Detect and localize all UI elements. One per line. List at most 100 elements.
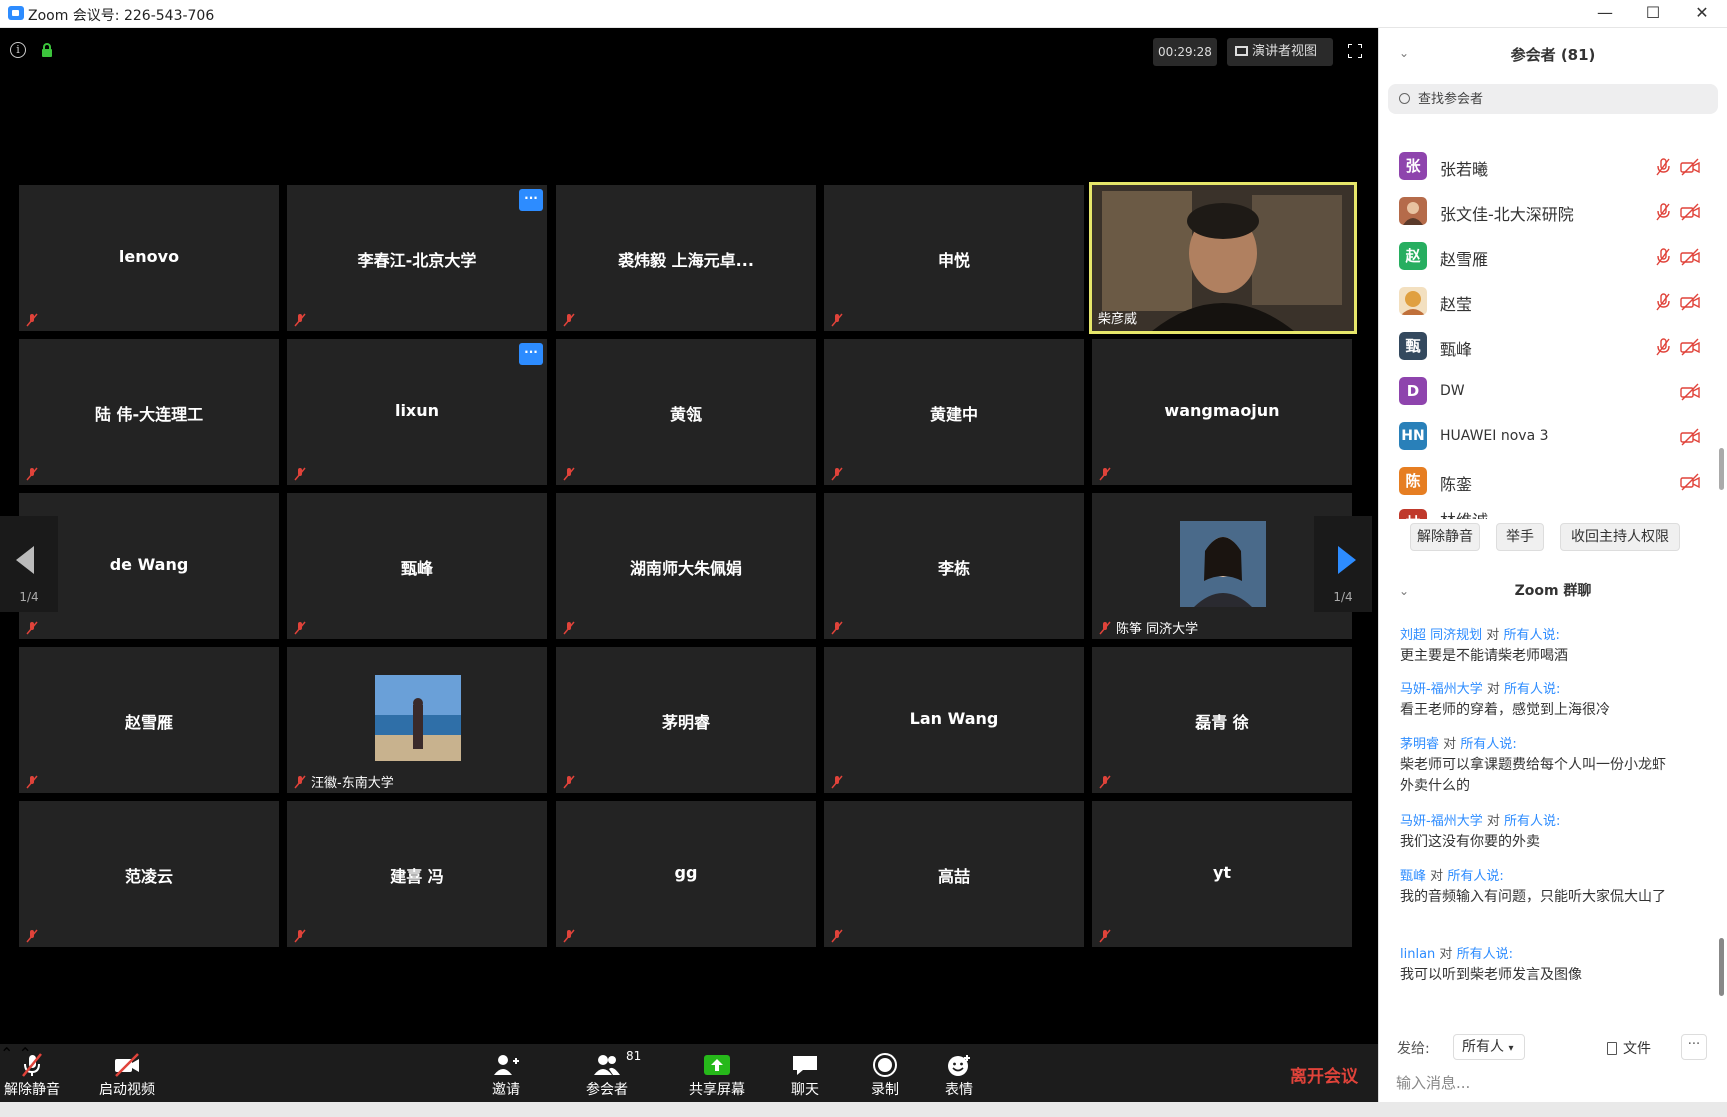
chat-button[interactable]: 聊天 [788,1044,822,1102]
video-tile[interactable]: 范凌云 [19,801,279,947]
meeting-toolbar: 解除静音 ⌃ 启动视频 ⌃ 邀请 参会者 81 共享屏幕 聊天 录制 表情 离开… [0,1044,1378,1102]
lock-icon[interactable] [40,43,54,57]
chat-sender[interactable]: 甄峰 [1400,869,1426,884]
muted-mic-icon [831,467,843,481]
participant-row[interactable]: 林 林维诚 [1379,505,1714,519]
participant-row[interactable]: D DW [1379,370,1714,415]
participant-row[interactable]: 张文佳-北大深研院 [1379,190,1714,235]
video-tile[interactable]: 湖南师大朱佩娟 [556,493,816,639]
video-off-icon[interactable] [1680,248,1700,266]
chat-recipient[interactable]: 所有人说: [1447,869,1503,884]
video-tile[interactable]: 茅明睿 [556,647,816,793]
video-tile[interactable]: gg [556,801,816,947]
invite-button[interactable]: 邀请 [480,1044,532,1102]
participant-row[interactable]: HN HUAWEI nova 3 [1379,415,1714,460]
chat-recipient[interactable]: 所有人说: [1503,628,1559,643]
video-tile[interactable]: 赵雪雁 [19,647,279,793]
video-off-icon[interactable] [1680,293,1700,311]
chat-recipient[interactable]: 所有人说: [1460,737,1516,752]
chat-sender[interactable]: 马妍-福州大学 [1400,682,1483,697]
chat-sender[interactable]: 茅明睿 [1400,737,1439,752]
avatar: 林 [1399,509,1427,519]
tile-name: 申悦 [937,251,970,270]
participants-button[interactable]: 参会者 81 [578,1044,641,1102]
unmute-button[interactable]: 解除静音 [0,1044,64,1102]
reactions-button[interactable]: 表情 [942,1044,976,1102]
video-off-icon[interactable] [1680,473,1700,491]
video-off-icon[interactable] [1680,428,1700,446]
participant-row[interactable]: 甄 甄峰 [1379,325,1714,370]
next-page-button[interactable]: 1/4 [1314,516,1372,612]
video-tile[interactable]: 甄峰 [287,493,547,639]
participant-search-input[interactable] [1418,88,1698,110]
muted-mic-icon[interactable] [1655,203,1671,221]
video-tile[interactable]: 建喜 冯 [287,801,547,947]
participant-row[interactable]: 张 张若曦 [1379,145,1714,190]
video-tile[interactable]: yt [1092,801,1352,947]
chat-sender[interactable]: 刘超 同济规划 [1400,628,1482,643]
video-tile[interactable]: lenovo [19,185,279,331]
more-chat-options-button[interactable]: ··· [1681,1034,1707,1060]
more-options-button[interactable]: ··· [519,343,543,365]
participant-search[interactable] [1388,84,1718,114]
tile-name: 高喆 [937,867,970,886]
video-tile[interactable]: 陆 伟-大连理工 [19,339,279,485]
start-video-button[interactable]: 启动视频 [92,1044,162,1102]
video-tile[interactable]: 磊青 徐 [1092,647,1352,793]
video-off-icon[interactable] [1680,383,1700,401]
speaker-view-button[interactable]: 演讲者视图 [1227,38,1333,66]
participant-row[interactable]: 赵莹 [1379,280,1714,325]
recipient-dropdown[interactable]: 所有人 ▾ [1453,1034,1525,1060]
profile-photo [1180,521,1266,607]
video-tile[interactable]: Lan Wang [824,647,1084,793]
video-tile[interactable]: 黄瓴 [556,339,816,485]
video-off-icon[interactable] [1680,338,1700,356]
chat-recipient[interactable]: 所有人说: [1504,682,1560,697]
more-options-button[interactable]: ··· [519,189,543,211]
participants-scrollbar[interactable] [1719,448,1724,490]
video-tile[interactable]: 申悦 [824,185,1084,331]
video-tile[interactable]: 汪徽-东南大学 [287,647,547,793]
video-tile[interactable]: 陈筝 同济大学 [1092,493,1352,639]
muted-mic-icon[interactable] [1655,158,1671,176]
record-button[interactable]: 录制 [868,1044,902,1102]
leave-meeting-button[interactable]: 离开会议 [1290,1062,1358,1087]
reclaim-host-button[interactable]: 收回主持人权限 [1560,523,1680,551]
participants-panel-title: 参会者 (81) [1510,46,1596,64]
unmute-all-button[interactable]: 解除静音 [1410,523,1480,551]
video-tile[interactable]: 黄建中 [824,339,1084,485]
muted-mic-icon [26,775,38,789]
active-speaker-tile[interactable]: 柴彦威 [1089,182,1357,334]
video-off-icon[interactable] [1680,158,1700,176]
muted-mic-icon[interactable] [1655,248,1671,266]
tile-name: 茅明睿 [661,713,710,732]
muted-mic-icon[interactable] [1655,338,1671,356]
video-tile[interactable]: 李栋 [824,493,1084,639]
video-tile[interactable]: de Wang [19,493,279,639]
video-tile[interactable]: wangmaojun [1092,339,1352,485]
chat-sender[interactable]: linlan [1400,947,1435,962]
video-tile[interactable]: ··· lixun [287,339,547,485]
muted-mic-icon [1099,467,1111,481]
chat-sender[interactable]: 马妍-福州大学 [1400,814,1483,829]
chat-recipient[interactable]: 所有人说: [1504,814,1560,829]
video-tile[interactable]: 高喆 [824,801,1084,947]
share-screen-button[interactable]: 共享屏幕 [682,1044,752,1102]
close-button[interactable]: ✕ [1677,0,1727,28]
maximize-button[interactable]: ☐ [1628,0,1678,28]
chat-recipient[interactable]: 所有人说: [1457,947,1513,962]
chat-scrollbar[interactable] [1719,938,1724,996]
chat-message-input[interactable] [1396,1070,1706,1096]
muted-mic-icon[interactable] [1655,293,1671,311]
previous-page-button[interactable]: 1/4 [0,516,58,612]
participant-row[interactable]: 赵 赵雪雁 [1379,235,1714,280]
participant-row[interactable]: 陈 陈銮 [1379,460,1714,505]
file-button[interactable]: 文件 [1607,1038,1651,1058]
video-tile[interactable]: 裘炜毅 上海元卓... [556,185,816,331]
video-off-icon[interactable] [1680,203,1700,221]
info-icon[interactable]: i [10,42,26,58]
raise-hand-button[interactable]: 举手 [1496,523,1544,551]
fullscreen-icon[interactable] [1348,44,1362,58]
video-tile[interactable]: ··· 李春江-北京大学 [287,185,547,331]
minimize-button[interactable]: — [1580,0,1630,28]
